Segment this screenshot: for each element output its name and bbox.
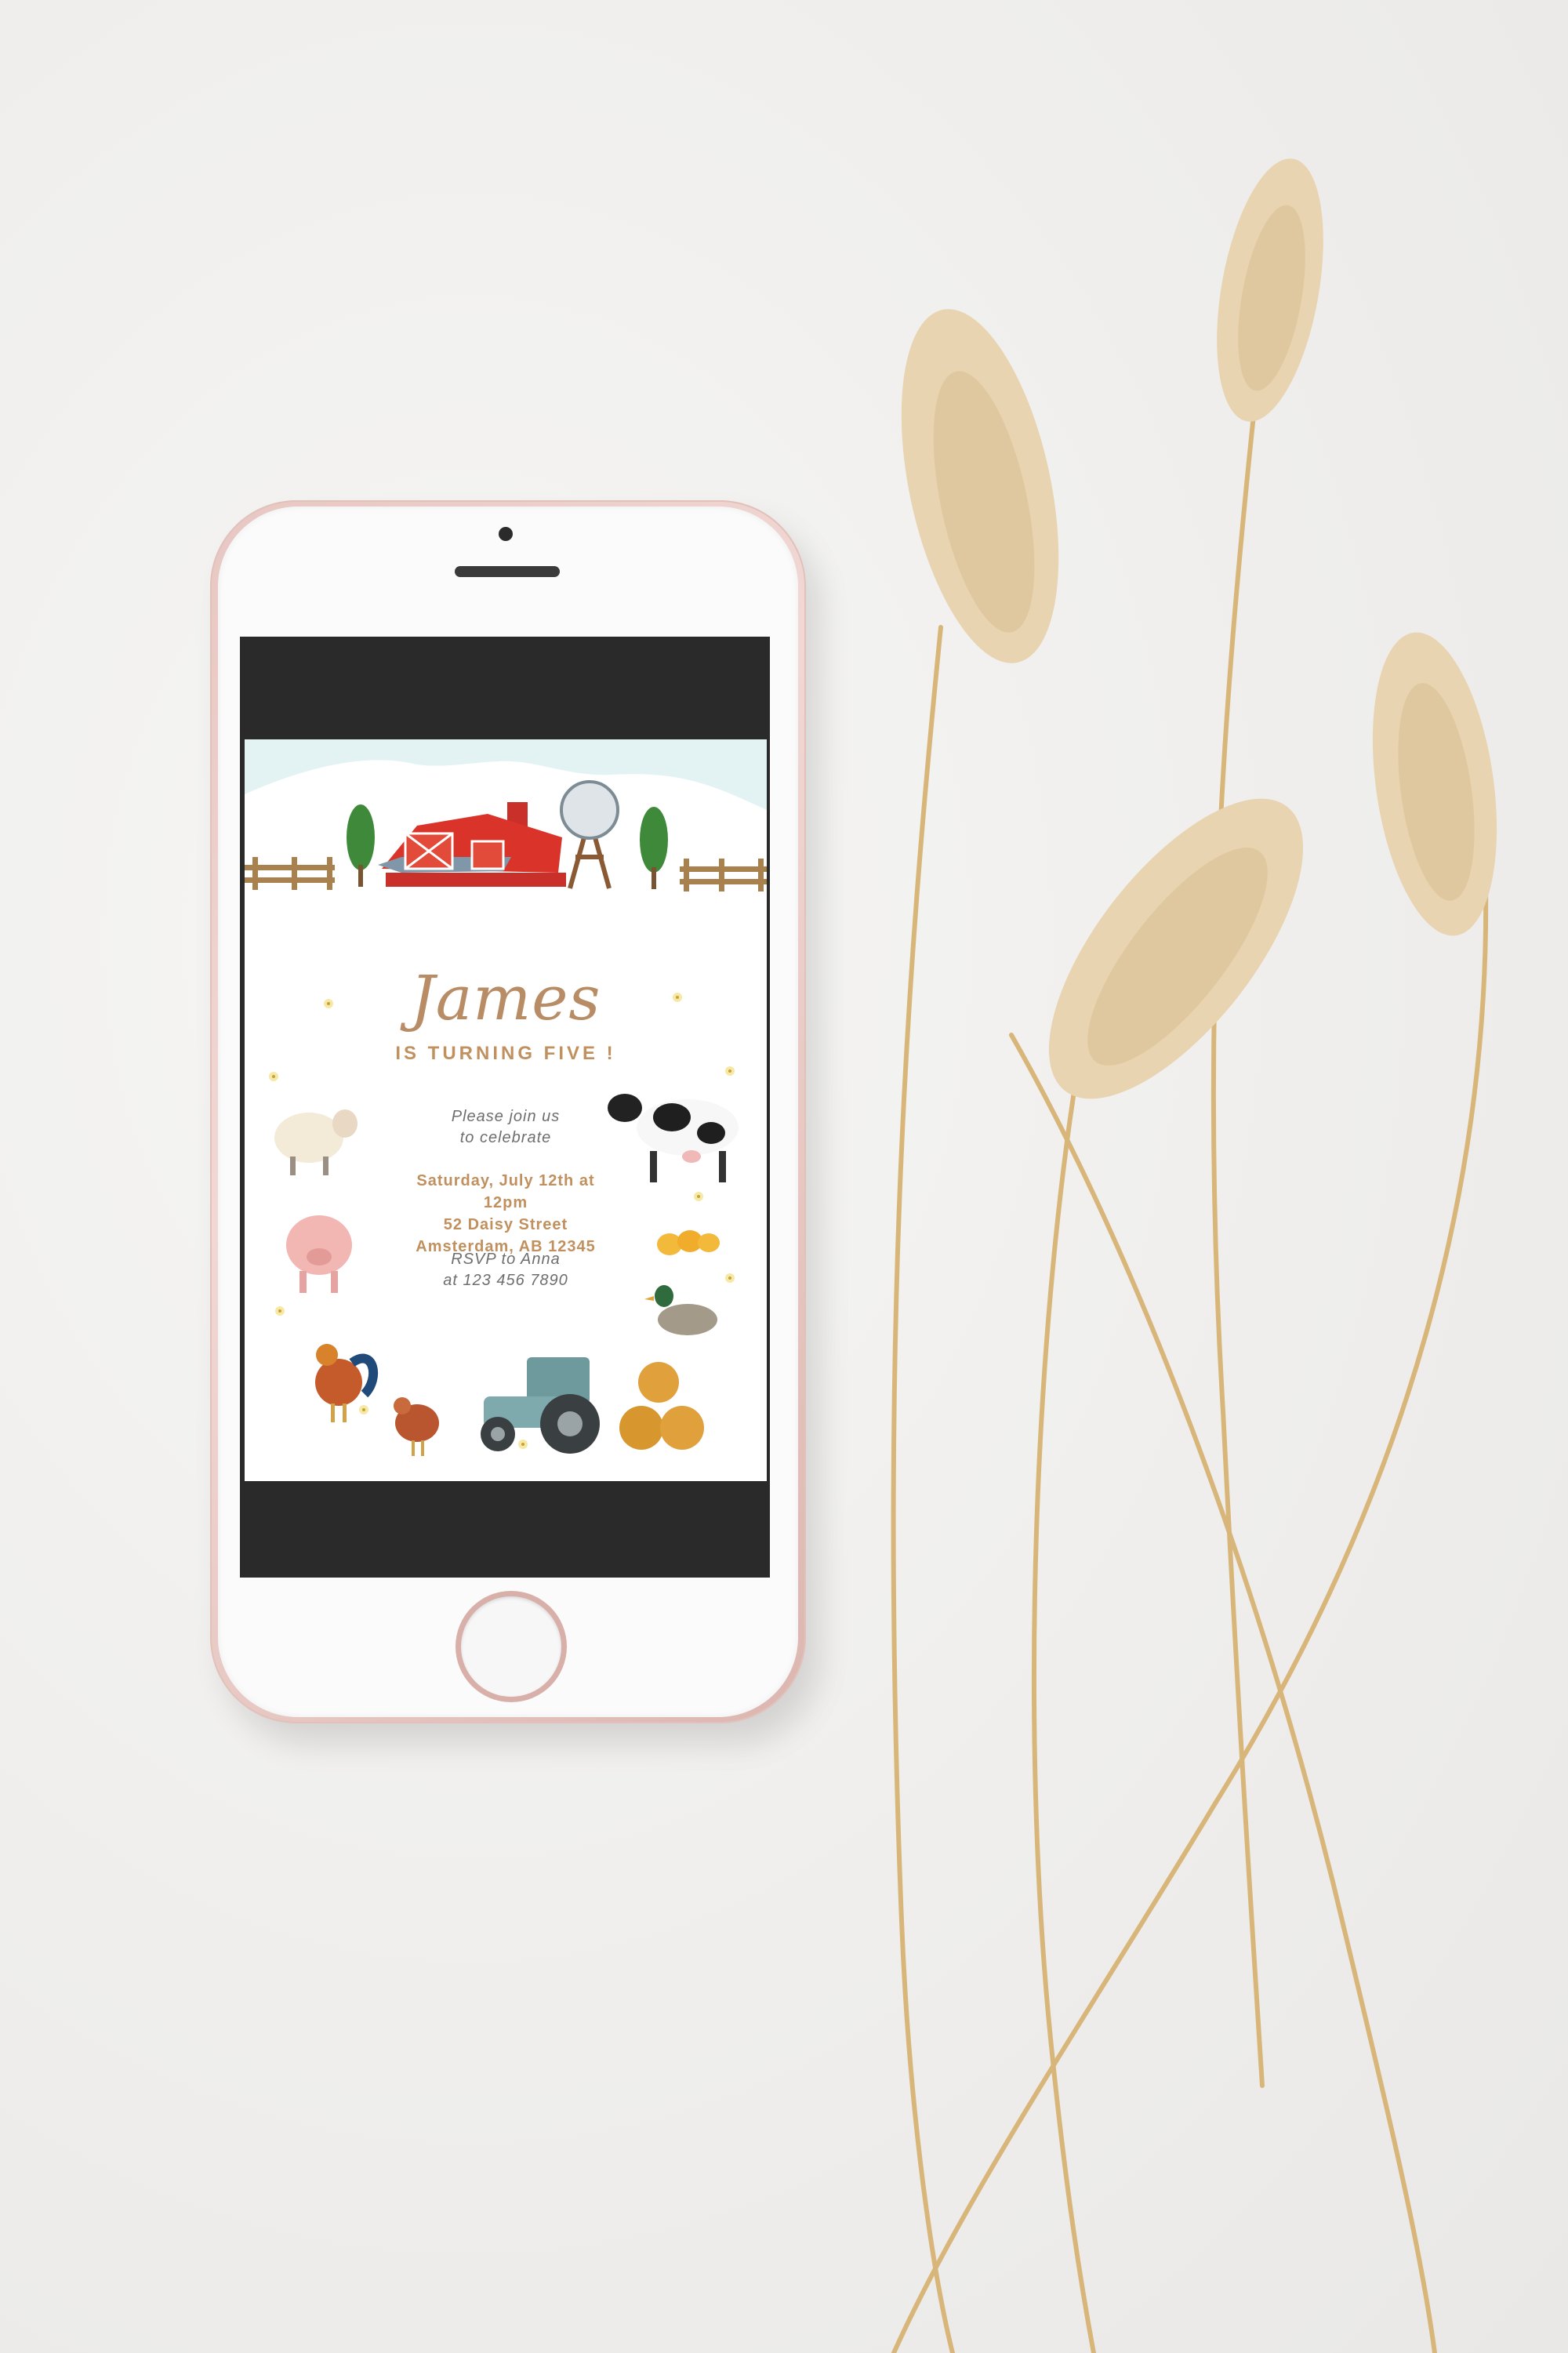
bunny-tail-grass-icon — [891, 158, 1497, 2353]
